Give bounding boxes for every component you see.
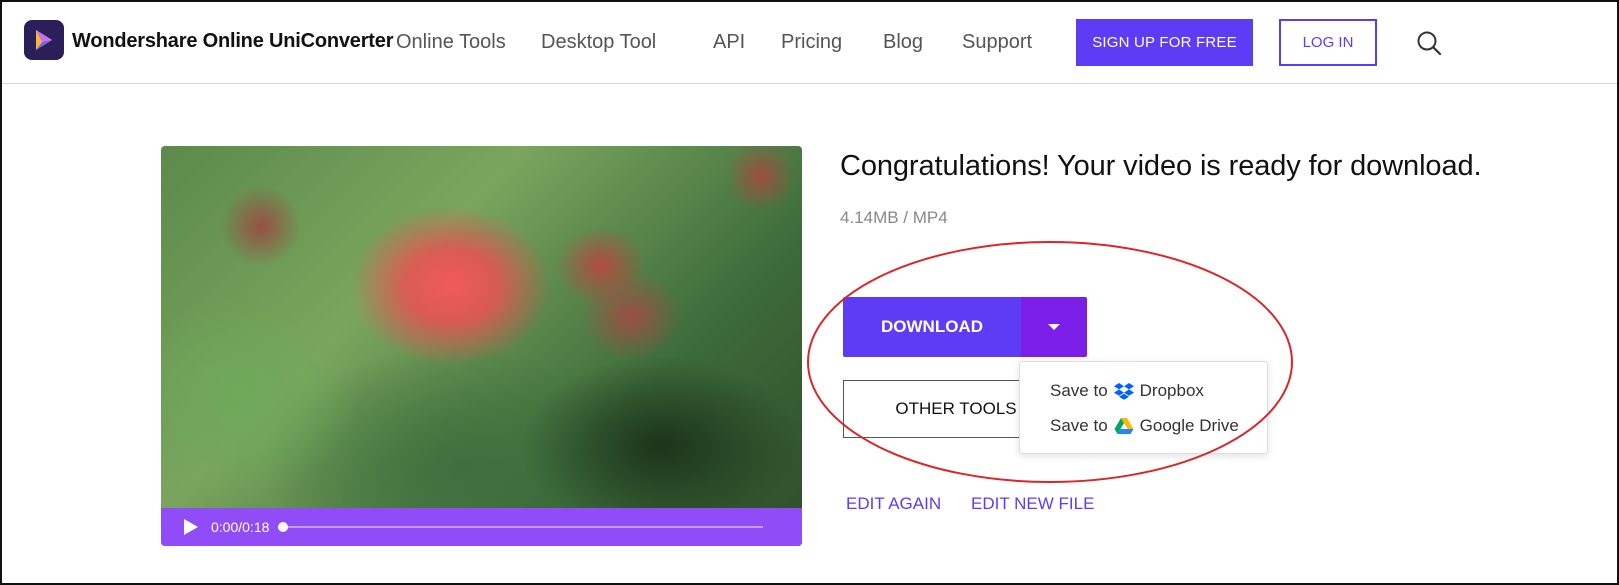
menu-item-service: Google Drive <box>1139 416 1239 435</box>
nav-support[interactable]: Support <box>962 31 1032 54</box>
google-drive-icon <box>1114 417 1134 435</box>
player-time: 0:00/0:18 <box>211 519 270 535</box>
uniconverter-logo-icon[interactable] <box>24 20 64 60</box>
chevron-down-icon <box>1048 324 1060 330</box>
dropbox-icon <box>1113 382 1134 400</box>
player-controls: 0:00/0:18 <box>161 508 802 546</box>
brand-name[interactable]: Wondershare Online UniConverter <box>72 30 393 53</box>
download-button[interactable]: DOWNLOAD <box>843 297 1021 357</box>
progress-track[interactable] <box>283 526 763 528</box>
file-meta: 4.14MB / MP4 <box>840 208 948 227</box>
menu-item-service: Dropbox <box>1139 381 1204 400</box>
download-options-toggle[interactable] <box>1021 297 1087 357</box>
sign-up-button[interactable]: SIGN UP FOR FREE <box>1076 19 1253 66</box>
play-icon[interactable] <box>184 519 198 535</box>
nav-pricing[interactable]: Pricing <box>781 31 842 54</box>
edit-new-file-link[interactable]: EDIT NEW FILE <box>971 494 1094 514</box>
nav-api[interactable]: API <box>713 31 745 54</box>
edit-again-link[interactable]: EDIT AGAIN <box>846 494 941 514</box>
save-options-menu: Save to Dropbox Save to Google Drive <box>1019 361 1268 454</box>
search-icon[interactable] <box>1416 30 1442 56</box>
nav-desktop-tool[interactable]: Desktop Tool <box>541 31 656 54</box>
top-header: Wondershare Online UniConverter Online T… <box>2 2 1617 84</box>
nav-online-tools[interactable]: Online Tools <box>396 31 506 54</box>
page-title: Congratulations! Your video is ready for… <box>840 150 1482 182</box>
save-to-dropbox-item[interactable]: Save to Dropbox <box>1050 381 1204 401</box>
log-in-button[interactable]: LOG IN <box>1279 19 1377 66</box>
save-to-google-drive-item[interactable]: Save to Google Drive <box>1050 416 1239 436</box>
progress-knob[interactable] <box>278 522 288 532</box>
nav-blog[interactable]: Blog <box>883 31 923 54</box>
menu-item-prefix: Save to <box>1050 416 1108 435</box>
video-preview[interactable]: 0:00/0:18 <box>161 146 802 546</box>
menu-item-prefix: Save to <box>1050 381 1108 400</box>
